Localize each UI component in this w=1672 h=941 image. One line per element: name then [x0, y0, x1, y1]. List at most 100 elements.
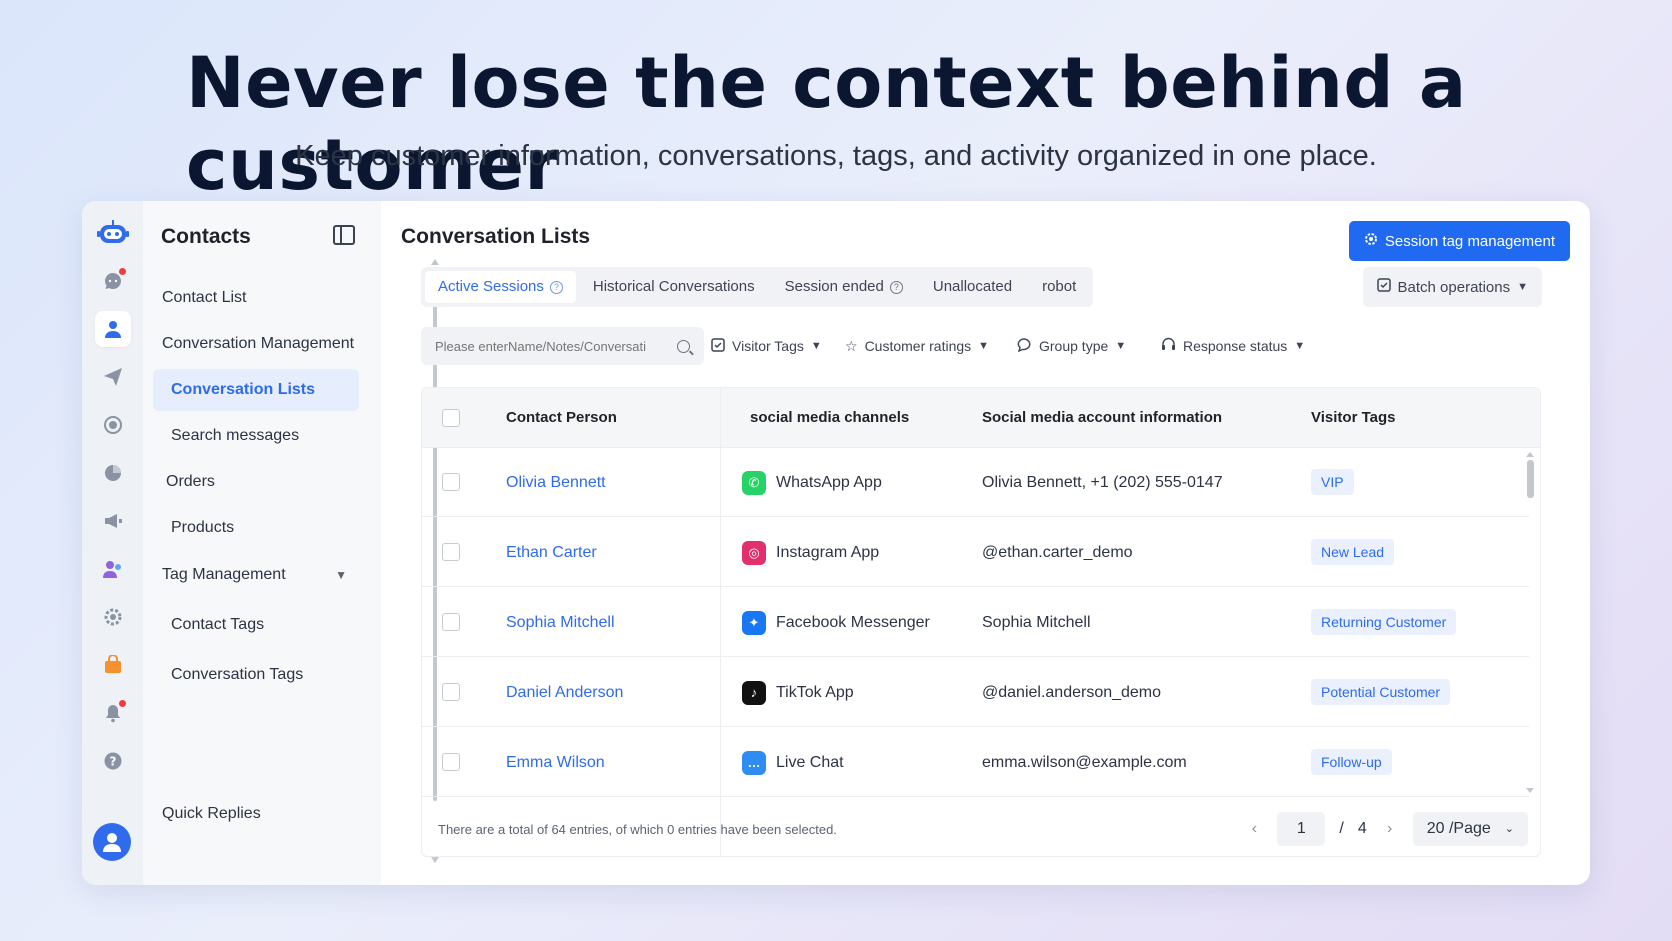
channel-cell: ✆ WhatsApp App	[742, 448, 882, 517]
prev-page-icon[interactable]: ‹	[1245, 820, 1263, 838]
channel-cell: ✦ Facebook Messenger	[742, 588, 930, 657]
column-visitor-tags[interactable]: Visitor Tags	[1311, 388, 1395, 448]
sidebar-item-conversation-management[interactable]: Conversation Management	[153, 323, 359, 365]
contact-name-link[interactable]: Daniel Anderson	[506, 658, 623, 727]
scroll-up-arrow[interactable]	[1526, 452, 1534, 457]
sidebar-item-contact-list[interactable]: Contact List	[153, 277, 359, 319]
chat-notification-icon[interactable]	[95, 263, 131, 299]
help-circle-icon[interactable]: ?	[549, 280, 563, 294]
table-row[interactable]: Olivia Bennett ✆ WhatsApp App Olivia Bennet…	[422, 448, 1529, 517]
table-header: Contact Person social media channels Soc…	[422, 388, 1540, 448]
filter-customer-ratings[interactable]: ☆ Customer ratings ▼	[845, 327, 989, 365]
scroll-down-arrow[interactable]	[1526, 788, 1534, 793]
tiktok-icon: ♪	[742, 680, 766, 705]
channel-label: Facebook Messenger	[776, 614, 930, 631]
bot-logo-icon[interactable]	[95, 215, 131, 251]
row-checkbox[interactable]	[442, 753, 460, 771]
search-input[interactable]	[435, 338, 665, 354]
chevron-down-icon: ⌄	[1504, 823, 1514, 835]
hero-subhead: Keep customer information, conversations…	[295, 140, 1377, 172]
pie-chart-icon[interactable]	[95, 455, 131, 491]
column-social-media-channels[interactable]: social media channels	[750, 388, 909, 448]
channel-label: Live Chat	[776, 754, 844, 771]
current-page-input[interactable]: 1	[1277, 812, 1326, 846]
sidebar-item-conversation-tags[interactable]: Conversation Tags	[153, 654, 359, 696]
contacts-sidebar: Contacts Contact List Conversation Manag…	[143, 201, 439, 885]
sidebar-item-products[interactable]: Products	[153, 507, 359, 549]
sidebar-item-conversation-lists[interactable]: Conversation Lists	[153, 369, 359, 411]
table-row[interactable]: Sophia Mitchell ✦ Facebook Messenger Sophia…	[422, 588, 1529, 657]
tab-session-ended[interactable]: Session ended ?	[772, 271, 916, 303]
visitor-tag-badge[interactable]: Follow-up	[1311, 749, 1392, 775]
send-icon[interactable]	[95, 359, 131, 395]
table-scrollbar[interactable]	[1527, 460, 1534, 498]
target-icon[interactable]	[95, 407, 131, 443]
megaphone-icon[interactable]	[95, 503, 131, 539]
star-icon: ☆	[845, 337, 858, 354]
tab-active-sessions[interactable]: Active Sessions ?	[425, 271, 576, 303]
session-tabs: Active Sessions ? Historical Conversatio…	[421, 267, 1094, 307]
contact-name-link[interactable]: Olivia Bennett	[506, 448, 606, 517]
checklist-icon	[1376, 278, 1391, 296]
batch-operations-button[interactable]: Batch operations ▼	[1362, 267, 1542, 307]
headset-icon	[1161, 337, 1176, 355]
page-size-select[interactable]: 20 /Page ⌄	[1412, 812, 1528, 846]
next-page-icon[interactable]: ›	[1381, 820, 1399, 838]
tab-label: Unallocated	[932, 278, 1013, 295]
help-circle-icon[interactable]: ?	[889, 280, 903, 294]
search-icon[interactable]	[677, 339, 690, 353]
sidebar-item-quick-replies[interactable]: Quick Replies	[153, 793, 359, 835]
session-tag-management-button[interactable]: Session tag management	[1348, 221, 1570, 261]
channel-cell: ◎ Instagram App	[742, 518, 879, 587]
settings-icon[interactable]	[95, 599, 131, 635]
contacts-icon[interactable]	[95, 311, 131, 347]
live-chat-icon: …	[742, 750, 766, 775]
select-all-checkbox[interactable]	[442, 409, 460, 427]
sidebar-item-tag-management[interactable]: Tag Management ▼	[153, 554, 359, 596]
sidebar-item-orders[interactable]: Orders	[153, 461, 359, 503]
row-checkbox[interactable]	[442, 613, 460, 631]
filter-group-type[interactable]: Group type ▼	[1017, 327, 1126, 365]
sidebar-collapse-icon[interactable]	[333, 225, 355, 245]
contact-name-link[interactable]: Ethan Carter	[506, 518, 597, 587]
selection-summary: There are a total of 64 entries, of whic…	[438, 822, 837, 837]
row-checkbox[interactable]	[442, 473, 460, 491]
caret-down-icon: ▼	[978, 340, 990, 352]
tab-label: Active Sessions	[438, 278, 544, 295]
svg-text:?: ?	[110, 755, 117, 769]
filter-label: Visitor Tags	[732, 338, 804, 354]
visitor-tag-badge[interactable]: New Lead	[1311, 539, 1395, 565]
total-pages: 4	[1357, 820, 1367, 837]
tab-robot[interactable]: robot	[1029, 271, 1089, 303]
user-avatar[interactable]	[93, 823, 131, 861]
sidebar-item-search-messages[interactable]: Search messages	[153, 415, 359, 457]
visitor-tag-badge[interactable]: VIP	[1311, 469, 1354, 495]
tab-unallocated[interactable]: Unallocated	[920, 271, 1025, 303]
tab-historical-conversations[interactable]: Historical Conversations	[580, 271, 768, 303]
contact-name-link[interactable]: Emma Wilson	[506, 728, 605, 797]
visitor-tag-badge[interactable]: Potential Customer	[1311, 679, 1451, 705]
sidebar-item-contact-tags[interactable]: Contact Tags	[153, 604, 359, 646]
filter-response-status[interactable]: Response status ▼	[1161, 327, 1305, 365]
table-row[interactable]: Daniel Anderson ♪ TikTok App @daniel.anders…	[422, 658, 1529, 727]
bell-icon[interactable]	[95, 695, 131, 731]
caret-down-icon: ▼	[1294, 340, 1306, 352]
filter-label: Response status	[1183, 338, 1288, 354]
table-row[interactable]: Emma Wilson … Live Chat emma.wilson@example…	[422, 728, 1529, 797]
team-icon[interactable]	[95, 551, 131, 587]
filter-label: Customer ratings	[864, 338, 972, 354]
filter-visitor-tags[interactable]: Visitor Tags ▼	[711, 327, 822, 365]
visitor-tag-badge[interactable]: Returning Customer	[1311, 609, 1457, 635]
contact-name-link[interactable]: Sophia Mitchell	[506, 588, 615, 657]
column-contact-person[interactable]: Contact Person	[506, 388, 617, 448]
caret-down-icon: ▼	[810, 340, 822, 352]
table-row[interactable]: Ethan Carter ◎ Instagram App @ethan.carter_…	[422, 518, 1529, 587]
help-icon[interactable]: ?	[95, 743, 131, 779]
row-checkbox[interactable]	[442, 683, 460, 701]
sidebar-item-label: Tag Management	[162, 566, 286, 583]
row-checkbox[interactable]	[442, 543, 460, 561]
tag-box-icon	[711, 337, 725, 355]
app-window: ? Contacts Contact List Conversation Man…	[82, 201, 1590, 885]
shop-icon[interactable]	[95, 647, 131, 683]
column-account-information[interactable]: Social media account information	[982, 388, 1222, 448]
